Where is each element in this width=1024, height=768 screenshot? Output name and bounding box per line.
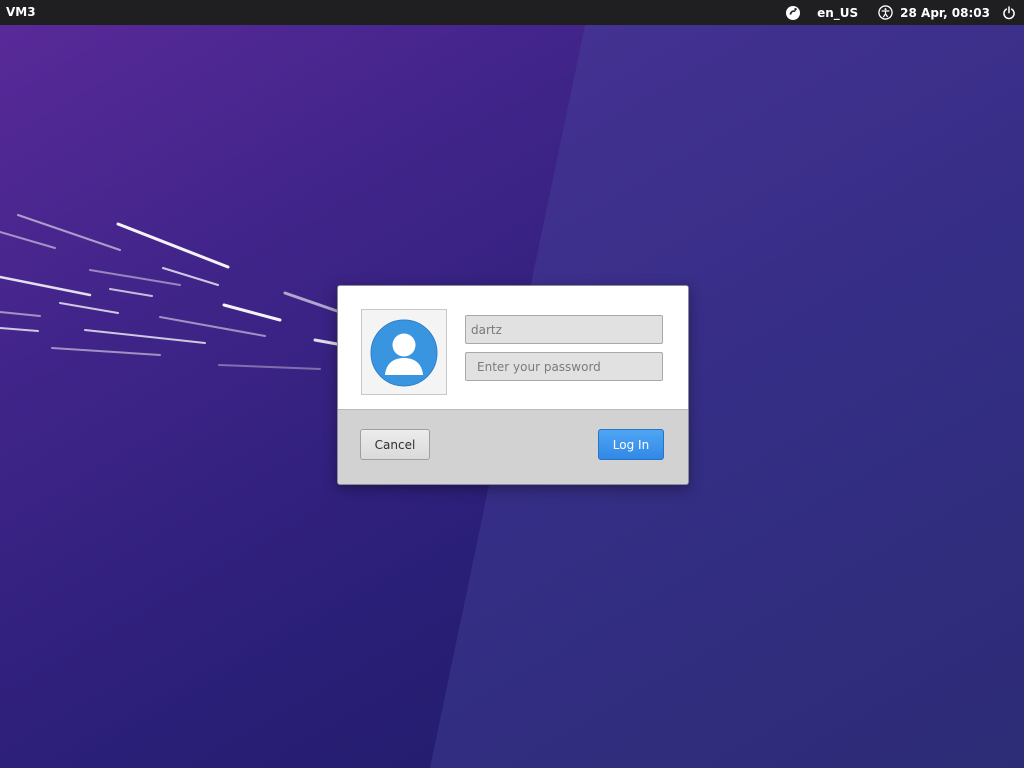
- login-button[interactable]: Log In: [598, 429, 664, 460]
- user-avatar-icon: [370, 319, 438, 387]
- host-name-label: VM3: [6, 5, 36, 19]
- clock[interactable]: 28 Apr, 08:03: [900, 0, 990, 25]
- login-credentials-area: [338, 286, 688, 409]
- password-field[interactable]: [465, 352, 663, 381]
- login-actions-bar: Cancel Log In: [338, 409, 688, 484]
- power-menu[interactable]: [1000, 0, 1018, 25]
- login-dialog: Cancel Log In: [337, 285, 689, 485]
- username-field[interactable]: [465, 315, 663, 344]
- accessibility-icon: [877, 5, 893, 20]
- panel-indicators: en_US 28 Apr, 08:03: [783, 0, 1024, 25]
- session-icon: [786, 5, 801, 20]
- keyboard-layout-indicator[interactable]: en_US: [817, 0, 858, 25]
- accessibility-menu[interactable]: [876, 0, 894, 25]
- top-panel: VM3 en_US 28 Apr, 08:03: [0, 0, 1024, 25]
- session-menu[interactable]: [783, 0, 803, 25]
- cancel-button[interactable]: Cancel: [360, 429, 430, 460]
- avatar: [361, 309, 447, 395]
- power-icon: [1003, 5, 1015, 19]
